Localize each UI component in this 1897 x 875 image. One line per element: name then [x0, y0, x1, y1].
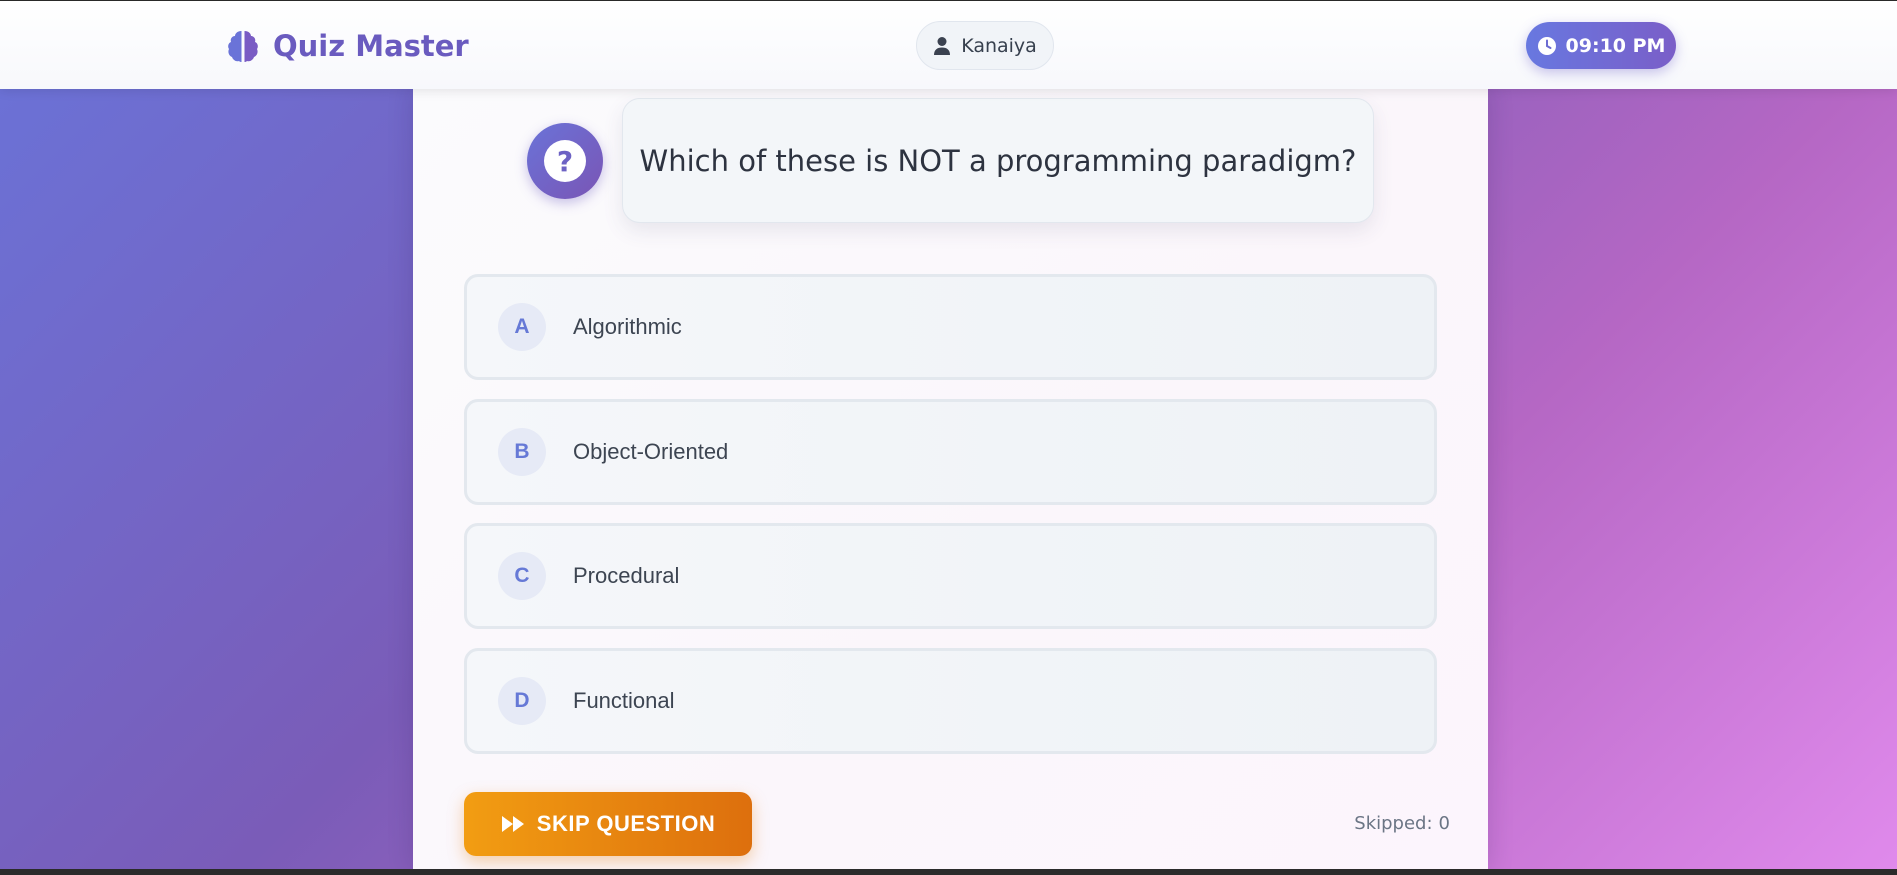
option-label: Functional: [573, 688, 675, 713]
skip-question-label: SKIP QUESTION: [536, 811, 716, 836]
user-icon: [934, 36, 951, 55]
quiz-card: ? Which of these is NOT a programming pa…: [413, 88, 1488, 870]
user-name: Kanaiya: [961, 34, 1037, 57]
option-a[interactable]: A Algorithmic: [464, 274, 1437, 380]
option-label: Object-Oriented: [573, 439, 729, 464]
fast-forward-icon: [501, 816, 524, 832]
option-label: Algorithmic: [573, 314, 682, 339]
skipped-label: Skipped:: [1354, 813, 1433, 834]
brain-icon: [228, 31, 258, 62]
question-badge: ?: [527, 123, 603, 199]
skipped-counter: Skipped: 0: [1350, 813, 1450, 834]
question-mark-icon: ?: [544, 140, 586, 182]
clock-icon: [1537, 36, 1556, 55]
window-bottom-border: [0, 869, 1897, 875]
question-text: Which of these is NOT a programming para…: [622, 98, 1374, 223]
option-letter: A: [498, 303, 546, 351]
user-badge[interactable]: Kanaiya: [916, 21, 1054, 70]
skipped-count: 0: [1438, 813, 1450, 834]
option-letter: B: [498, 428, 546, 476]
option-b[interactable]: B Object-Oriented: [464, 399, 1437, 505]
option-letter: D: [498, 677, 546, 725]
time-badge: 09:10 PM: [1526, 22, 1676, 69]
option-c[interactable]: C Procedural: [464, 523, 1437, 629]
app-title: Quiz Master: [273, 29, 469, 63]
brand[interactable]: Quiz Master: [225, 25, 469, 67]
option-d[interactable]: D Functional: [464, 648, 1437, 754]
current-time: 09:10 PM: [1565, 34, 1666, 57]
skip-question-button[interactable]: SKIP QUESTION: [464, 792, 752, 856]
option-letter: C: [498, 552, 546, 600]
option-label: Procedural: [573, 563, 680, 588]
app-header: Quiz Master Kanaiya 09:10 PM: [0, 1, 1897, 89]
